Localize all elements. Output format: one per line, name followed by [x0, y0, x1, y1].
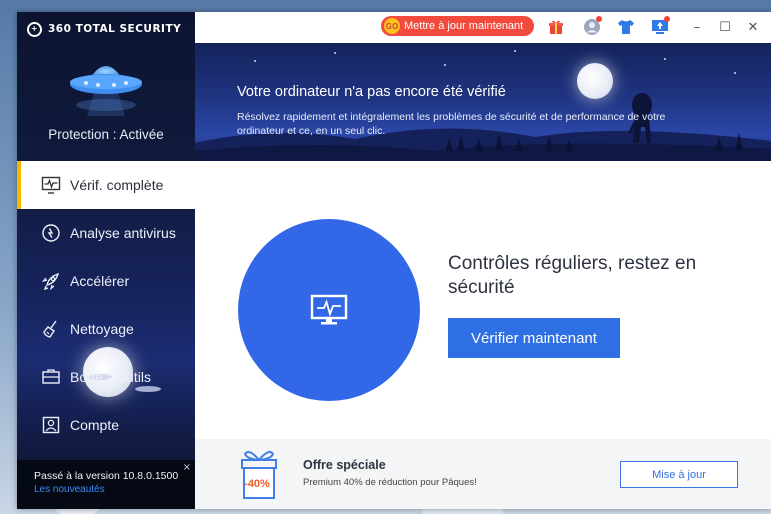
minimize-button[interactable]: –: [687, 17, 707, 37]
gift-icon[interactable]: [547, 18, 565, 36]
account-icon: [42, 416, 60, 434]
offer-subtitle: Premium 40% de réduction pour Pâques!: [303, 477, 477, 488]
full-check-circle[interactable]: [238, 219, 420, 401]
update-now-button[interactable]: GO Mettre à jour maintenant: [381, 16, 534, 36]
sidebar-item-speed-up[interactable]: Accélérer: [17, 257, 195, 305]
version-notice: × Passé à la version 10.8.0.1500 Les nou…: [17, 460, 195, 509]
upgrade-button[interactable]: Mise à jour: [620, 461, 738, 488]
version-text: Passé à la version 10.8.0.1500: [34, 470, 179, 482]
sidebar-item-full-check[interactable]: Vérif. complète: [17, 161, 195, 209]
banner-title: Votre ordinateur n'a pas encore été véri…: [237, 84, 506, 100]
sidebar-item-cleanup[interactable]: Nettoyage: [17, 305, 195, 353]
sidebar-item-label: Analyse antivirus: [70, 225, 176, 241]
brand-name: 360 TOTAL SECURITY: [48, 23, 182, 35]
protection-status: Protection : Activée: [48, 127, 164, 142]
brand: + 360 TOTAL SECURITY: [27, 19, 181, 39]
banner-subtitle-line: Résolvez rapidement et intégralement les…: [237, 111, 666, 123]
sidebar-nav: Vérif. complète Analyse antivirus Accélé…: [17, 161, 195, 449]
avatar-icon[interactable]: [583, 16, 602, 36]
brand-logo-icon: +: [27, 21, 42, 37]
upload-icon[interactable]: [651, 16, 670, 36]
broom-icon: [43, 320, 57, 338]
main-panel: Contrôles réguliers, restez en sécurité …: [195, 161, 771, 439]
update-now-label: Mettre à jour maintenant: [404, 20, 524, 32]
app-window: + 360 TOTAL SECURITY Protection : Activé…: [17, 12, 771, 509]
sidebar-item-label: Nettoyage: [70, 321, 134, 337]
main-title-line: Contrôles réguliers, restez en: [448, 253, 697, 274]
tshirt-icon[interactable]: [617, 18, 635, 36]
main-title: Contrôles réguliers, restez en sécurité: [448, 252, 748, 300]
offer-title: Offre spéciale: [303, 458, 386, 472]
sidebar: + 360 TOTAL SECURITY Protection : Activé…: [17, 12, 195, 509]
maximize-button[interactable]: ☐: [715, 17, 735, 37]
main-title-line: sécurité: [448, 277, 515, 298]
update-badge-icon: GO: [384, 18, 400, 34]
scan-icon: [42, 224, 60, 242]
title-bar: GO Mettre à jour maintenant – ☐ ✕: [195, 12, 771, 43]
sidebar-item-label: Compte: [70, 417, 120, 433]
status-banner: Votre ordinateur n'a pas encore été véri…: [195, 43, 771, 161]
ufo-icon: [70, 66, 142, 116]
banner-subtitle-line: ordinateur et ce, en un seul clic.: [237, 125, 386, 137]
banner-subtitle: Résolvez rapidement et intégralement les…: [237, 110, 727, 138]
whats-new-link[interactable]: Les nouveautés: [34, 484, 195, 495]
sidebar-item-antivirus[interactable]: Analyse antivirus: [17, 209, 195, 257]
close-button[interactable]: ✕: [743, 17, 763, 37]
sidebar-item-label: Accélérer: [70, 273, 130, 289]
version-close-button[interactable]: ×: [183, 462, 191, 473]
moon-decoration: [577, 63, 613, 99]
toolbox-icon: [42, 369, 60, 384]
sidebar-item-label: Vérif. complète: [70, 177, 164, 193]
notification-dot: [596, 16, 602, 22]
night-landscape-illustration: [195, 50, 771, 161]
sidebar-item-label: Boîte à outils: [70, 369, 151, 385]
special-offer-bar: -40% Offre spéciale Premium 40% de réduc…: [195, 439, 771, 509]
gift-box-icon: [241, 451, 277, 499]
discount-label: -40%: [244, 478, 270, 490]
notification-dot: [664, 16, 670, 22]
check-now-button[interactable]: Vérifier maintenant: [448, 318, 620, 358]
monitor-pulse-icon: [310, 294, 348, 325]
sidebar-item-toolbox[interactable]: Boîte à outils: [17, 353, 195, 401]
monitor-pulse-icon: [41, 176, 61, 194]
sidebar-item-account[interactable]: Compte: [17, 401, 195, 449]
rocket-icon: [41, 272, 60, 291]
